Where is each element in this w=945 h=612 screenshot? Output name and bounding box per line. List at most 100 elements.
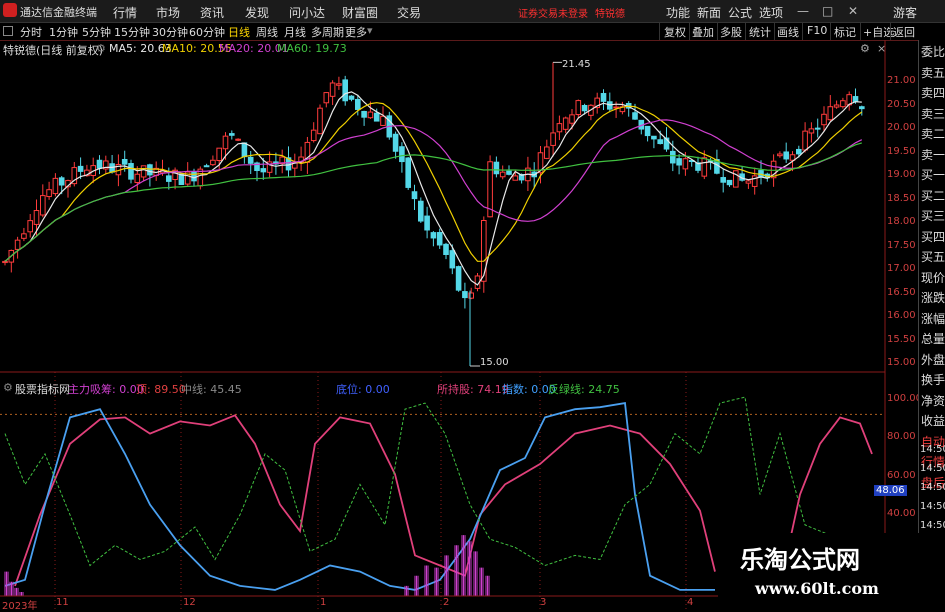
candle-body <box>821 113 827 126</box>
tab-monthly[interactable]: 月线 <box>284 24 306 40</box>
candle-body <box>58 177 65 186</box>
hold-line <box>14 414 716 587</box>
minimize-button[interactable]: — <box>797 4 809 18</box>
candle-body <box>128 163 134 180</box>
sidebar-item-4[interactable]: 卖二 <box>920 124 945 144</box>
tool-fq[interactable]: 复权 <box>664 24 686 40</box>
price-tick: 18.50 <box>887 192 916 204</box>
menu-market[interactable]: 行情 <box>113 4 137 21</box>
candle-body <box>373 112 380 122</box>
toolbar-divider <box>717 23 718 40</box>
candle-body <box>840 100 846 108</box>
menu-new-page[interactable]: 新面 <box>697 4 721 21</box>
price-tick: 15.50 <box>887 333 916 345</box>
menu-discover[interactable]: 发现 <box>245 4 269 21</box>
candle-body <box>140 165 147 178</box>
sidebar-item-7[interactable]: 买二 <box>920 186 945 206</box>
tab-daily[interactable]: 日线 <box>228 24 250 40</box>
sidebar-item-14[interactable]: 总量 <box>920 329 945 349</box>
sidebar-item-12[interactable]: 涨跌 <box>920 288 945 308</box>
tab-intraday[interactable]: 分时 <box>20 24 42 40</box>
price-tick: 19.50 <box>887 145 916 157</box>
candle-body <box>550 132 556 146</box>
app-name: 通达信金融终端 <box>20 6 97 19</box>
sidebar-item-10[interactable]: 买五 <box>920 247 945 267</box>
sidebar-item-0[interactable]: 委比 <box>920 42 945 62</box>
sidebar-item-9[interactable]: 买四 <box>920 227 945 247</box>
tool-stats[interactable]: 统计 <box>749 24 771 40</box>
menu-ask[interactable]: 问小达 <box>289 4 325 21</box>
notice-stock: 特锐德 <box>595 9 625 20</box>
ind-axis-60: 60.00 <box>887 470 916 481</box>
tool-multi[interactable]: 多股 <box>720 24 742 40</box>
sidebar-item-2[interactable]: 卖四 <box>920 83 945 103</box>
candle-body <box>14 239 21 250</box>
tab-weekly[interactable]: 周线 <box>256 24 278 40</box>
menu-news[interactable]: 资讯 <box>200 4 224 21</box>
tab-15min[interactable]: 15分钟 <box>114 24 150 40</box>
tool-mark[interactable]: 标记 <box>834 24 856 40</box>
sidebar-item-6[interactable]: 买一 <box>920 165 945 185</box>
candle-body <box>329 82 336 97</box>
ind-axis-40: 40.00 <box>887 508 916 519</box>
tool-draw[interactable]: 画线 <box>777 24 799 40</box>
candle-body <box>147 164 153 176</box>
candle-body <box>418 200 424 222</box>
indicator-settings-icon[interactable]: ⚙ <box>3 381 13 394</box>
tool-back[interactable]: 返回 <box>893 24 915 40</box>
sidebar-item-13[interactable]: 涨幅 <box>920 309 945 329</box>
tool-f10[interactable]: F10 <box>807 24 827 37</box>
close-button[interactable]: ✕ <box>848 4 858 18</box>
tab-30min[interactable]: 30分钟 <box>152 24 188 40</box>
maximize-button[interactable]: □ <box>822 4 833 18</box>
candle-body <box>575 100 582 116</box>
login-notice[interactable]: 证券交易未登录 <box>518 5 588 20</box>
candle-body <box>726 179 733 186</box>
candle-body <box>562 117 569 130</box>
tab-multi-period[interactable]: 多周期 <box>311 24 344 40</box>
tab-60min[interactable]: 60分钟 <box>189 24 225 40</box>
menu-trade[interactable]: 交易 <box>397 4 421 21</box>
sidebar-item-15[interactable]: 外盘 <box>920 350 945 370</box>
candle-body <box>720 177 727 183</box>
sidebar-item-18[interactable]: 收益 <box>920 411 945 431</box>
candle-body <box>392 133 399 152</box>
ind-label-mid: 中线: 45.45 <box>181 383 242 396</box>
candle-body <box>411 191 418 200</box>
tab-1min[interactable]: 1分钟 <box>49 24 78 40</box>
menu-formula[interactable]: 公式 <box>728 4 752 21</box>
chevron-down-icon[interactable]: ▾ <box>367 24 373 37</box>
candle-body <box>342 79 348 102</box>
candle-body <box>247 156 254 164</box>
time-tick: 14:50 <box>920 501 945 512</box>
x-label-1: 1 <box>320 597 327 608</box>
tab-more[interactable]: 更多 <box>345 24 367 40</box>
sidebar-item-1[interactable]: 卖五 <box>920 63 945 83</box>
guest-label[interactable]: 游客 <box>893 4 917 21</box>
price-tick: 18.00 <box>887 216 916 227</box>
sidebar-item-8[interactable]: 买三 <box>920 206 945 226</box>
sidebar-item-16[interactable]: 换手 <box>920 370 945 390</box>
menu-function[interactable]: 功能 <box>666 4 690 21</box>
toolbar-divider <box>774 23 775 40</box>
menu-options[interactable]: 选项 <box>759 4 783 21</box>
candle-body <box>430 232 437 239</box>
sidebar-item-5[interactable]: 卖一 <box>920 145 945 165</box>
x-label-2: 2 <box>443 597 450 608</box>
sidebar-item-11[interactable]: 现价 <box>920 268 945 288</box>
layout-icon[interactable] <box>3 26 13 36</box>
candle-body <box>493 161 500 175</box>
toolbar-divider <box>860 23 861 40</box>
price-tick: 17.00 <box>887 263 916 274</box>
sidebar-item-3[interactable]: 卖三 <box>920 104 945 124</box>
menu-wealth[interactable]: 财富圈 <box>342 4 378 21</box>
candle-body <box>222 135 229 150</box>
sidebar-item-17[interactable]: 净资 <box>920 391 945 411</box>
tool-overlay[interactable]: 叠加 <box>692 24 714 40</box>
candle-body <box>77 165 84 172</box>
tab-5min[interactable]: 5分钟 <box>82 24 111 40</box>
menu-markets[interactable]: 市场 <box>156 4 180 21</box>
candle-body <box>682 158 689 170</box>
time-tick: 14:50 <box>920 463 945 474</box>
candle-body <box>670 150 676 164</box>
